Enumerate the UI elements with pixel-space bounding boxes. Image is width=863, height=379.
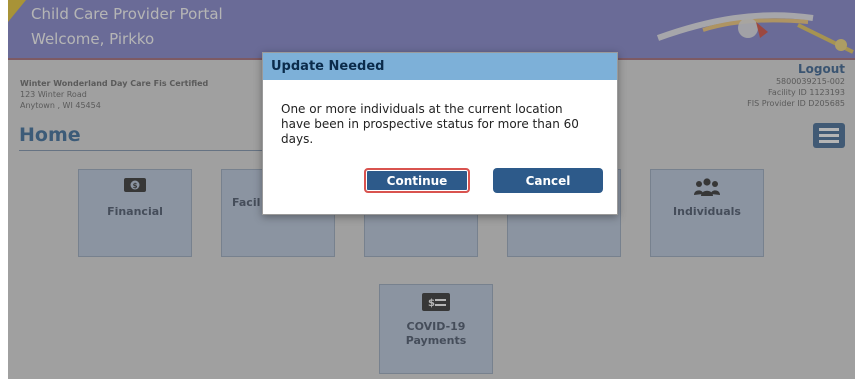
continue-button[interactable]: Continue xyxy=(364,168,470,193)
cancel-button[interactable]: Cancel xyxy=(493,168,603,193)
update-needed-dialog: Update Needed One or more individuals at… xyxy=(262,52,618,215)
dialog-message: One or more individuals at the current l… xyxy=(281,102,579,146)
app-frame: Child Care Provider Portal Welcome, Pirk… xyxy=(8,0,855,379)
dialog-title: Update Needed xyxy=(263,53,617,80)
